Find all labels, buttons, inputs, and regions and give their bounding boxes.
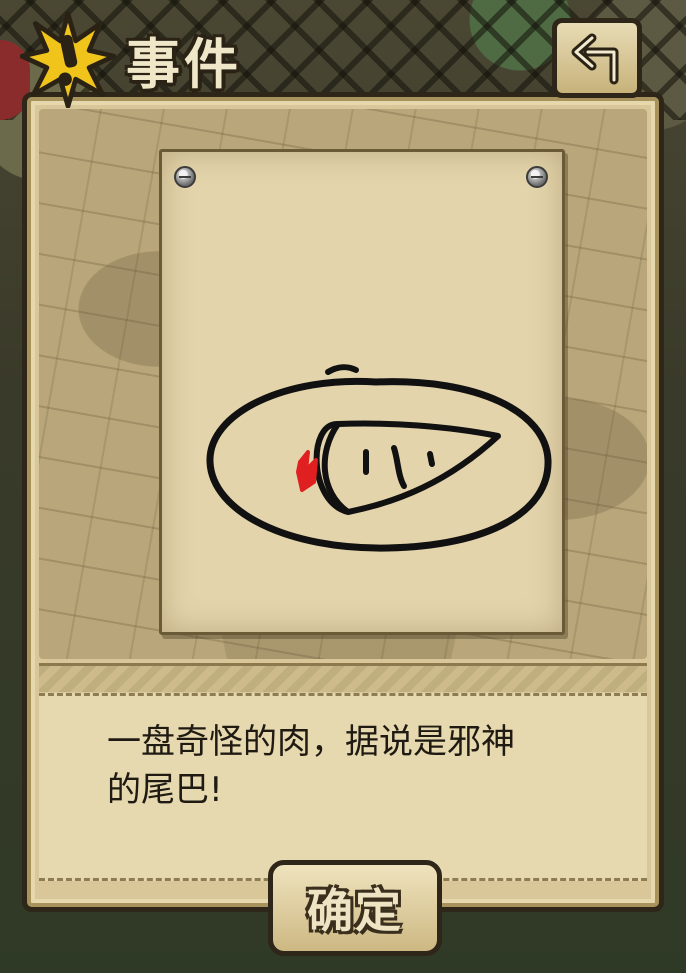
- confirm-button[interactable]: 确定: [268, 860, 442, 956]
- divider-stripe: [39, 663, 647, 692]
- event-text-box: 一盘奇怪的肉，据说是邪神 的尾巴!: [39, 693, 647, 881]
- page-title: 事件: [126, 32, 242, 96]
- back-button[interactable]: [552, 18, 642, 98]
- event-parchment: [159, 149, 565, 635]
- map-background: [39, 109, 647, 659]
- pin-icon: [526, 166, 548, 188]
- event-dialog: 一盘奇怪的肉，据说是邪神 的尾巴!: [22, 92, 664, 912]
- event-description: 一盘奇怪的肉，据说是邪神 的尾巴!: [107, 718, 607, 814]
- exclamation-burst-icon: [20, 12, 116, 108]
- confirm-button-label: 确定: [307, 884, 403, 938]
- event-description-line: 一盘奇怪的肉，据说是邪神: [107, 722, 515, 762]
- meat-sketch-image: [206, 364, 552, 552]
- pin-icon: [174, 166, 196, 188]
- dialog-title: 事件: [14, 6, 314, 108]
- back-arrow-icon: [571, 33, 619, 85]
- event-description-line: 的尾巴!: [107, 770, 223, 810]
